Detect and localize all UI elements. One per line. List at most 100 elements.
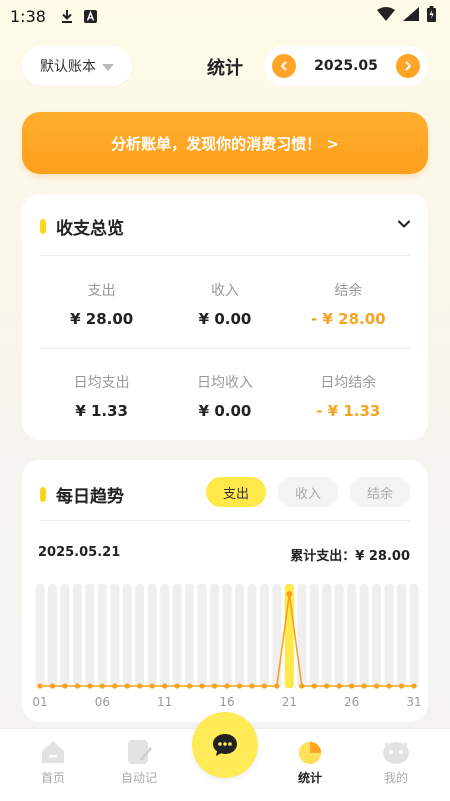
trend-tabs: 支出 收入 结余: [206, 477, 410, 507]
day-bar: [297, 584, 307, 688]
x-tick-label: 01: [32, 695, 47, 709]
stat-value: ¥ 28.00: [70, 310, 134, 328]
trend-title: 每日趋势: [56, 487, 124, 507]
analyze-bill-banner[interactable]: 分析账单，发现你的消费习惯！ >: [22, 112, 428, 174]
day-bar: [85, 584, 95, 688]
overview-title-row: 收支总览: [40, 214, 124, 239]
day-bar: [147, 584, 157, 688]
stat-value: - ¥ 28.00: [311, 310, 386, 328]
data-point: [398, 683, 405, 689]
data-point: [137, 683, 143, 689]
day-bar: [234, 584, 244, 688]
chevron-down-icon[interactable]: [396, 216, 412, 232]
stat-label: 日均结余: [320, 375, 377, 391]
data-point: [336, 683, 342, 689]
data-point: [286, 591, 293, 597]
day-bar: [334, 584, 344, 688]
title-marker: [40, 487, 46, 502]
data-point: [112, 683, 118, 689]
home-icon: [39, 739, 67, 765]
stat-label: 日均收入: [196, 375, 253, 391]
x-tick-label: 16: [219, 695, 234, 709]
stat-value: ¥ 0.00: [198, 310, 252, 328]
ledger-name: 默认账本: [40, 59, 96, 75]
overview-title: 收支总览: [56, 219, 124, 239]
overview-row-totals: 支出 ¥ 28.00 收入 ¥ 0.00 结余 - ¥ 28.00: [40, 280, 410, 328]
data-point: [274, 683, 280, 689]
tab-label: 自动记: [120, 771, 157, 785]
x-tick-label: 11: [157, 695, 172, 709]
selected-date: 2025.05.21: [38, 545, 121, 560]
day-bar: [172, 584, 182, 688]
data-point: [87, 683, 93, 689]
download-icon: [60, 9, 74, 23]
profile-icon: [382, 739, 410, 765]
data-point: [174, 683, 180, 689]
data-point: [224, 683, 230, 689]
data-point: [162, 683, 168, 689]
app-notification-icon: [83, 9, 97, 23]
tab-home[interactable]: 首页: [18, 739, 88, 786]
signal-icon: [403, 7, 419, 25]
auto-record-icon: [125, 739, 153, 765]
tab-stats[interactable]: 统计: [275, 739, 345, 786]
month-picker: 2025.05: [264, 46, 428, 86]
x-tick-label: 26: [344, 695, 359, 709]
day-bar: [409, 584, 419, 688]
tab-profile[interactable]: 我的: [361, 739, 431, 786]
stat-daily-balance: 日均结余 - ¥ 1.33: [287, 372, 410, 420]
next-month-button[interactable]: [395, 54, 420, 78]
tab-balance[interactable]: 结余: [350, 477, 410, 507]
center-record-button[interactable]: [192, 712, 258, 778]
data-point: [74, 683, 80, 689]
stat-value: ¥ 0.00: [198, 402, 252, 420]
stat-value: - ¥ 1.33: [316, 402, 381, 420]
stats-icon: [296, 739, 324, 765]
day-bar: [122, 584, 132, 688]
data-point: [99, 683, 105, 689]
tab-label: 我的: [383, 771, 408, 785]
page-title: 统计: [207, 58, 243, 79]
x-tick-label: 06: [95, 695, 110, 709]
data-point: [299, 683, 305, 689]
data-point: [349, 683, 355, 689]
tab-label: 统计: [297, 771, 322, 785]
divider: [40, 255, 410, 256]
tab-expense[interactable]: 支出: [206, 477, 266, 507]
day-bar: [309, 584, 319, 688]
status-time: 1:38: [10, 6, 46, 26]
caret-down-icon: [102, 63, 114, 71]
ledger-selector[interactable]: 默认账本: [22, 46, 132, 86]
stat-label: 收入: [210, 283, 239, 299]
stat-expense: 支出 ¥ 28.00: [40, 280, 163, 328]
stat-daily-income: 日均收入 ¥ 0.00: [163, 372, 286, 420]
stat-label: 支出: [87, 283, 116, 299]
stat-income: 收入 ¥ 0.00: [163, 280, 286, 328]
day-bar: [322, 584, 332, 688]
stat-label: 日均支出: [73, 375, 130, 391]
data-point: [261, 683, 267, 689]
chevron-right-icon: [405, 61, 411, 71]
day-bar: [135, 584, 145, 688]
day-bar: [222, 584, 232, 688]
data-point: [386, 683, 392, 689]
chat-bubble-icon: [213, 734, 237, 756]
prev-month-button[interactable]: [272, 54, 296, 78]
divider: [40, 348, 410, 349]
daily-trend-chart[interactable]: 01 06 11 16 21 26 31: [32, 580, 422, 720]
data-point: [124, 683, 130, 689]
data-point: [211, 683, 218, 689]
battery-icon: [427, 6, 436, 26]
tab-auto-record[interactable]: 自动记: [104, 739, 174, 786]
data-point: [411, 683, 417, 689]
banner-text: 分析账单，发现你的消费习惯！ >: [111, 134, 339, 153]
x-tick-label: 21: [282, 695, 297, 709]
overview-card: 收支总览 支出 ¥ 28.00 收入 ¥ 0.00 结余 - ¥ 28.00 日…: [22, 194, 428, 440]
day-bar: [97, 584, 107, 688]
tab-income[interactable]: 收入: [278, 477, 338, 507]
chevron-left-icon: [281, 61, 287, 71]
stat-value: ¥ 1.33: [75, 402, 128, 420]
data-point: [49, 683, 56, 689]
day-bar: [397, 584, 407, 688]
day-bar: [47, 584, 57, 688]
